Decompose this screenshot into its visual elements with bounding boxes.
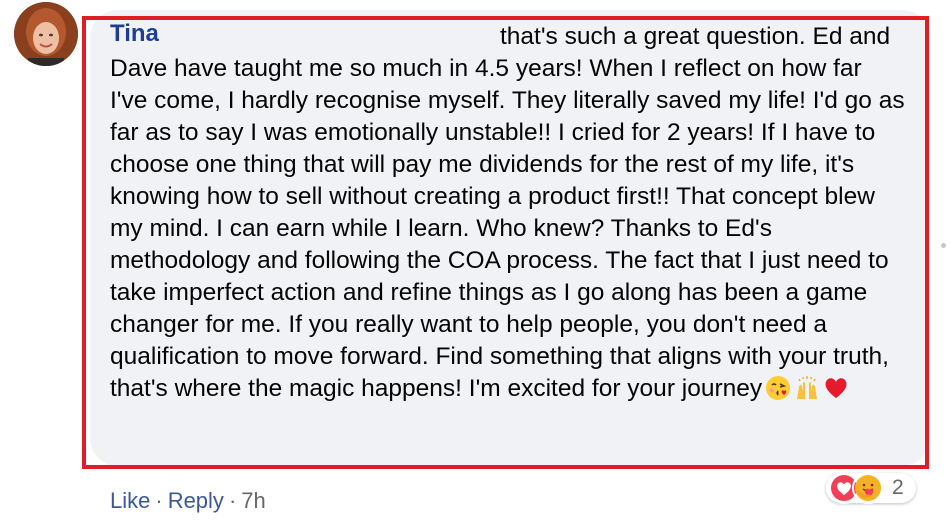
timestamp[interactable]: 7h xyxy=(241,488,265,513)
red-heart-icon xyxy=(825,378,847,398)
comment-ending: journey xyxy=(682,375,849,402)
face-blowing-kiss-icon xyxy=(766,376,791,400)
comment-body: that's such a great question. Ed and Dav… xyxy=(110,23,905,402)
comment-actions: Like · Reply · 7h xyxy=(110,488,266,514)
reaction-count: 2 xyxy=(892,476,904,499)
scroll-indicator xyxy=(941,243,946,248)
comment-last-word: journey xyxy=(681,375,763,402)
separator: · xyxy=(228,488,237,513)
reactions-summary[interactable]: 2 xyxy=(826,472,916,504)
care-reaction-icon xyxy=(852,472,884,504)
comment-text: that's such a great question. Ed and Dav… xyxy=(110,21,905,405)
comment-screenshot: Tina that's such a great question. Ed an… xyxy=(0,0,950,531)
separator: · xyxy=(155,488,163,513)
reply-link[interactable]: Reply xyxy=(168,488,224,513)
avatar[interactable] xyxy=(14,2,78,66)
like-link[interactable]: Like xyxy=(110,488,150,513)
avatar-image xyxy=(14,2,78,66)
raising-hands-icon xyxy=(797,376,818,399)
